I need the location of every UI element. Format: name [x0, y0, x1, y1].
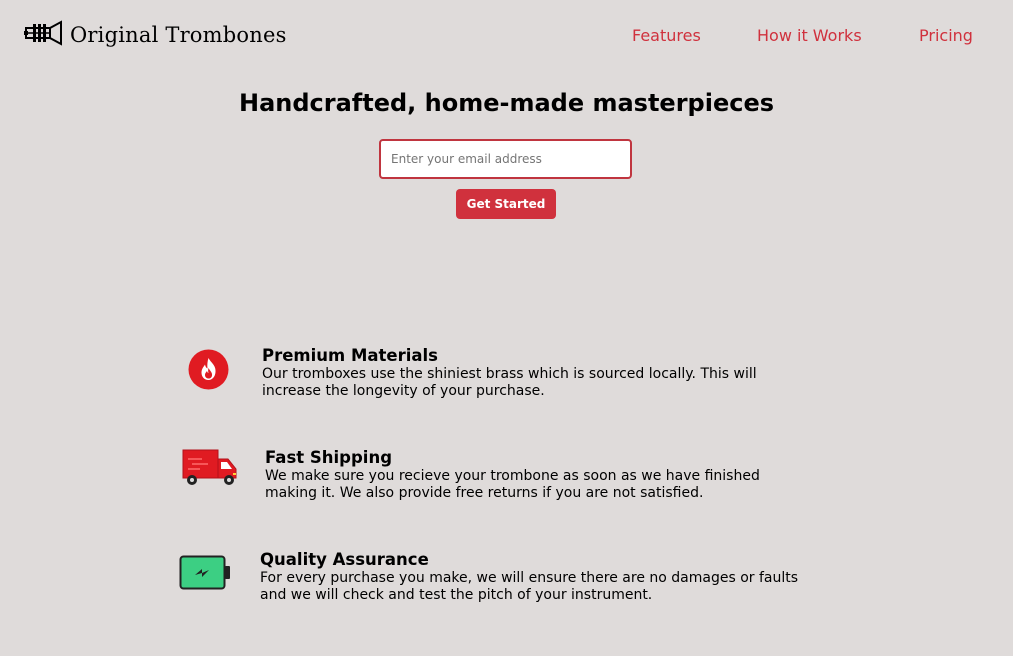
logo-text: Original Trombones	[70, 23, 287, 47]
nav-link-how-it-works[interactable]: How it Works	[757, 26, 862, 45]
hero-title: Handcrafted, home-made masterpieces	[238, 89, 775, 117]
nav-link-features[interactable]: Features	[632, 26, 701, 45]
feature-text: Quality Assurance For every purchase you…	[260, 550, 810, 604]
battery-charging-icon	[179, 555, 231, 595]
get-started-button[interactable]: Get Started	[456, 189, 556, 219]
feature-description: We make sure you recieve your trombone a…	[265, 468, 760, 501]
logo[interactable]: Original Trombones	[24, 20, 287, 50]
feature-description: For every purchase you make, we will ens…	[260, 570, 799, 603]
feature-title: Fast Shipping	[265, 448, 393, 467]
feature-title: Premium Materials	[262, 346, 438, 365]
nav-link-pricing[interactable]: Pricing	[919, 26, 973, 45]
fire-icon	[188, 349, 229, 394]
feature-title: Quality Assurance	[260, 550, 429, 569]
trombone-logo-icon	[24, 20, 62, 50]
site-header: Original Trombones Features How it Works…	[0, 0, 1013, 70]
feature-text: Premium Materials Our tromboxes use the …	[262, 346, 782, 400]
email-input[interactable]	[379, 139, 632, 179]
feature-description: Our tromboxes use the shiniest brass whi…	[262, 366, 757, 399]
feature-text: Fast Shipping We make sure you recieve y…	[265, 448, 785, 502]
truck-icon	[182, 449, 238, 491]
